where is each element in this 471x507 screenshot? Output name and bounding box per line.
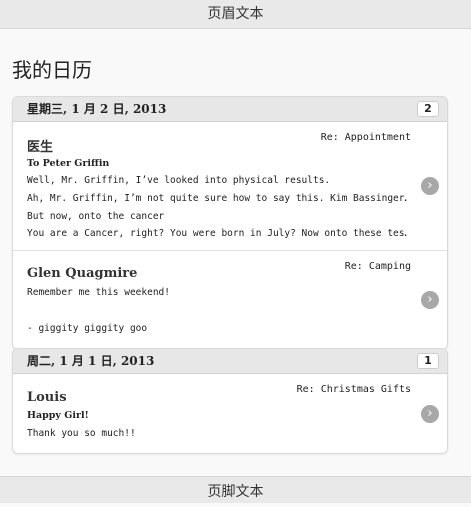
chevron-right-icon[interactable]: ›: [421, 291, 439, 309]
sender-name: Louis: [27, 390, 67, 405]
chevron-right-icon[interactable]: ›: [421, 177, 439, 195]
message-subject: Re: Christmas Gifts: [296, 384, 411, 395]
message-subject: Re: Appointment: [320, 132, 411, 143]
header-bar: 页眉文本: [0, 0, 471, 29]
footer-title: 页脚文本: [207, 484, 264, 500]
day-group: 周二, 1 月 1 日, 2013 1 Louis Re: Christmas …: [12, 348, 448, 454]
list-item-message[interactable]: 医生 Re: Appointment To Peter Griffin Well…: [13, 122, 447, 251]
sender-name: Glen Quagmire: [27, 266, 138, 281]
message-line: But now, onto the cancer: [27, 211, 165, 222]
list-item-message[interactable]: Glen Quagmire Re: Camping Remember me th…: [13, 251, 447, 349]
day-divider: 星期三, 1 月 2 日, 2013 2: [13, 97, 447, 122]
message-line: Happy Girl!: [27, 410, 89, 421]
message-line: To Peter Griffin: [27, 158, 110, 169]
day-date: 周二, 1 月 1 日, 2013: [27, 354, 155, 368]
count-badge: 2: [417, 101, 439, 117]
message-subject: Re: Camping: [344, 261, 411, 272]
chevron-right-icon[interactable]: ›: [421, 405, 439, 423]
message-line: Well, Mr. Griffin, I’ve looked into phys…: [27, 175, 331, 186]
day-date: 星期三, 1 月 2 日, 2013: [27, 102, 167, 116]
sender-name: 医生: [27, 140, 54, 155]
message-line: Ah, Mr. Griffin, I’m not quite sure how …: [27, 193, 407, 204]
page-title: 我的日历: [12, 58, 92, 82]
list-item-message[interactable]: Louis Re: Christmas Gifts Happy Girl! Th…: [13, 374, 447, 453]
message-line: - giggity giggity goo: [27, 323, 148, 334]
footer-bar: 页脚文本: [0, 476, 471, 503]
day-divider: 周二, 1 月 1 日, 2013 1: [13, 349, 447, 374]
message-line: Thank you so much!!: [27, 428, 136, 439]
count-badge: 1: [417, 353, 439, 369]
header-title: 页眉文本: [207, 6, 264, 22]
message-line: Remember me this weekend!: [27, 287, 170, 298]
message-line: You are a Cancer, right? You were born i…: [27, 228, 407, 239]
day-group: 星期三, 1 月 2 日, 2013 2 医生 Re: Appointment …: [12, 96, 448, 350]
